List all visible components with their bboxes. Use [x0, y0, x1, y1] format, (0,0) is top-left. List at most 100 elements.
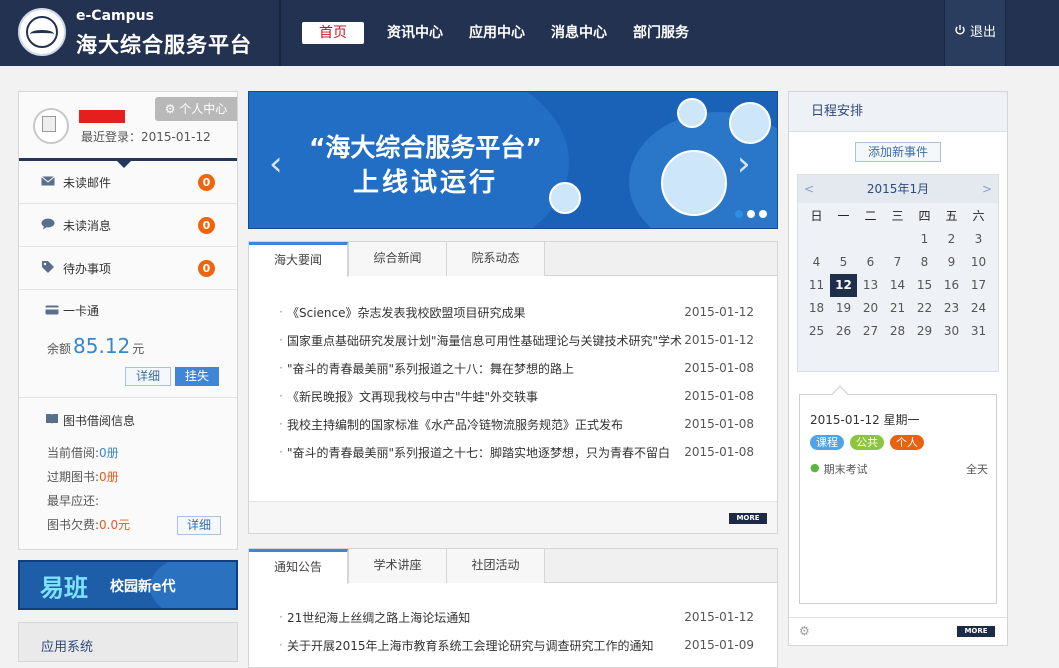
yiban-banner[interactable]: 易班 校园新e代: [18, 560, 238, 610]
card-detail-button[interactable]: 详细: [125, 367, 171, 386]
calendar-day[interactable]: 14: [884, 274, 911, 297]
news-title[interactable]: 国家重点基础研究发展计划"海量信息可用性基础理论与关键技术研究"学术: [287, 332, 684, 349]
calendar-day[interactable]: 30: [938, 320, 965, 343]
add-event-button[interactable]: 添加新事件: [855, 142, 941, 162]
calendar-day[interactable]: 8: [911, 251, 938, 274]
schedule-settings-gear-icon[interactable]: ⚙: [799, 624, 810, 638]
calendar-month-bar: < 2015年1月 >: [798, 175, 998, 203]
overdue-value[interactable]: 0册: [99, 470, 119, 484]
bullet-icon: ·: [279, 333, 283, 347]
news-title[interactable]: 《新民晚报》文再现我校与中古"牛蛙"外交轶事: [287, 388, 684, 405]
calendar-day[interactable]: 21: [884, 297, 911, 320]
news-item[interactable]: · 我校主持编制的国家标准《水产品冷链物流服务规范》正式发布 2015-01-08: [249, 410, 777, 438]
tab-club-activities[interactable]: 社团活动: [446, 549, 545, 583]
calendar-day[interactable]: 29: [911, 320, 938, 343]
calendar-day[interactable]: 18: [803, 297, 830, 320]
calendar-day[interactable]: 22: [911, 297, 938, 320]
earliest-due: 最早应还:: [47, 492, 99, 509]
header-divider: [279, 0, 281, 66]
calendar-day[interactable]: 19: [830, 297, 857, 320]
balance-unit: 元: [132, 342, 145, 356]
calendar-day[interactable]: 16: [938, 274, 965, 297]
calendar-day[interactable]: 5: [830, 251, 857, 274]
logout-button[interactable]: 退出: [944, 0, 1006, 66]
notice-title[interactable]: 关于开展2015年上海市教育系统工会理论研究与调查研究工作的通知: [287, 637, 684, 654]
news-more-button[interactable]: MORE: [729, 513, 767, 524]
calendar-day[interactable]: 2: [938, 228, 965, 251]
university-logo[interactable]: [18, 8, 66, 56]
calendar-day[interactable]: 31: [965, 320, 992, 343]
yiban-slogan: 校园新e代: [110, 579, 176, 595]
calendar-day[interactable]: 11: [803, 274, 830, 297]
calendar-day[interactable]: 26: [830, 320, 857, 343]
unread-mail-count: 0: [198, 173, 215, 191]
calendar-day[interactable]: 9: [938, 251, 965, 274]
unread-message-row[interactable]: 未读消息 0: [19, 204, 237, 247]
nav-news-center[interactable]: 资讯中心: [387, 22, 443, 44]
banner-dot-2[interactable]: [747, 210, 755, 218]
nav-home[interactable]: 首页: [302, 22, 364, 44]
calendar-day[interactable]: 20: [857, 297, 884, 320]
news-item[interactable]: · 《Science》杂志发表我校欧盟项目研究成果 2015-01-12: [249, 298, 777, 326]
banner-dot-3[interactable]: [759, 210, 767, 218]
tab-department-news[interactable]: 院系动态: [446, 242, 545, 276]
calendar-day[interactable]: 17: [965, 274, 992, 297]
calendar-day[interactable]: 6: [857, 251, 884, 274]
calendar-day[interactable]: 28: [884, 320, 911, 343]
news-item[interactable]: · "奋斗的青春最美丽"系列报道之十八：舞在梦想的路上 2015-01-08: [249, 354, 777, 382]
calendar-day[interactable]: 15: [911, 274, 938, 297]
tab-notices[interactable]: 通知公告: [249, 549, 348, 584]
event-tags: 课程 公共 个人: [810, 435, 930, 450]
banner-prev-arrow-icon[interactable]: ‹: [269, 144, 283, 184]
event-category-tag[interactable]: 课程: [810, 435, 844, 450]
banner-next-arrow-icon[interactable]: ›: [737, 144, 751, 184]
unread-mail-row[interactable]: 未读邮件 0: [19, 161, 237, 204]
calendar-day-today[interactable]: 12: [830, 274, 857, 297]
calendar-day[interactable]: 24: [965, 297, 992, 320]
news-item[interactable]: · "奋斗的青春最美丽"系列报道之十七：脚踏实地逐梦想，只为青春不留白 2015-0…: [249, 438, 777, 466]
calendar-day[interactable]: 27: [857, 320, 884, 343]
calendar-day[interactable]: 4: [803, 251, 830, 274]
calendar-day[interactable]: 25: [803, 320, 830, 343]
nav-message-center[interactable]: 消息中心: [551, 22, 607, 44]
calendar-day[interactable]: 13: [857, 274, 884, 297]
news-item[interactable]: · 《新民晚报》文再现我校与中古"牛蛙"外交轶事 2015-01-08: [249, 382, 777, 410]
notice-title[interactable]: 21世纪海上丝绸之路上海论坛通知: [287, 609, 684, 626]
nav-department-services[interactable]: 部门服务: [633, 22, 689, 44]
main-nav: 首页 资讯中心 应用中心 消息中心 部门服务: [302, 22, 715, 44]
tab-lectures[interactable]: 学术讲座: [348, 549, 447, 583]
calendar-day[interactable]: 7: [884, 251, 911, 274]
schedule-more-button[interactable]: MORE: [957, 626, 995, 637]
nav-app-center[interactable]: 应用中心: [469, 22, 525, 44]
news-title[interactable]: "奋斗的青春最美丽"系列报道之十八：舞在梦想的路上: [287, 360, 684, 377]
calendar-day[interactable]: 3: [965, 228, 992, 251]
prev-month-icon[interactable]: <: [804, 175, 814, 203]
tab-general-news[interactable]: 综合新闻: [348, 242, 447, 276]
current-borrow-value[interactable]: 0册: [99, 446, 119, 460]
notice-item[interactable]: · 关于开展2015年上海市教育系统工会理论研究与调查研究工作的通知 2015-01…: [249, 631, 777, 659]
banner-dot-1[interactable]: [735, 210, 743, 218]
news-title[interactable]: 我校主持编制的国家标准《水产品冷链物流服务规范》正式发布: [287, 416, 684, 433]
calendar-day[interactable]: 1: [911, 228, 938, 251]
personal-center-button[interactable]: ⚙ 个人中心: [155, 97, 237, 121]
calendar-day[interactable]: 23: [938, 297, 965, 320]
event-category-tag[interactable]: 个人: [890, 435, 924, 450]
notice-panel: 通知公告 学术讲座 社团活动 · 21世纪海上丝绸之路上海论坛通知 2015-01-…: [248, 548, 778, 668]
event-category-tag[interactable]: 公共: [850, 435, 884, 450]
avatar[interactable]: [33, 108, 69, 144]
todo-row[interactable]: 待办事项 0: [19, 247, 237, 290]
banner-carousel[interactable]: ‹ › “海大综合服务平台” 上线试运行: [248, 91, 778, 229]
news-tabs: 海大要闻 综合新闻 院系动态: [249, 242, 777, 277]
event-item[interactable]: ● 期末考试 全天: [810, 461, 988, 477]
news-item[interactable]: · 国家重点基础研究发展计划"海量信息可用性基础理论与关键技术研究"学术 2015-…: [249, 326, 777, 354]
calendar-day[interactable]: 10: [965, 251, 992, 274]
next-month-icon[interactable]: >: [982, 175, 992, 203]
calendar: < 2015年1月 > 日一二三四五六 1 2 3 4 5 6 7 8 9 10 11 12 13 14 15…: [797, 174, 999, 372]
logout-label: 退出: [969, 24, 996, 40]
news-title[interactable]: "奋斗的青春最美丽"系列报道之十七：脚踏实地逐梦想，只为青春不留白: [287, 444, 684, 461]
notice-item[interactable]: · 21世纪海上丝绸之路上海论坛通知 2015-01-12: [249, 603, 777, 631]
news-title[interactable]: 《Science》杂志发表我校欧盟项目研究成果: [287, 304, 684, 321]
library-detail-button[interactable]: 详细: [177, 516, 221, 535]
card-report-lost-button[interactable]: 挂失: [175, 367, 219, 386]
tab-university-news[interactable]: 海大要闻: [249, 242, 348, 277]
